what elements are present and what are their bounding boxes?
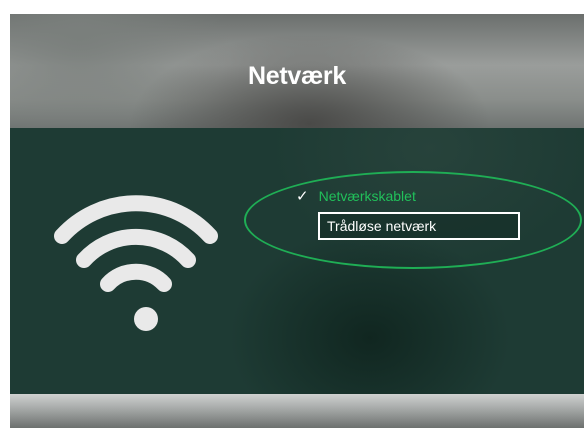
option-wireless-networks[interactable]: Trådløse netværk bbox=[318, 212, 520, 240]
check-icon: ✓ bbox=[296, 188, 309, 205]
footer-bar bbox=[10, 394, 584, 428]
option-network-cable[interactable]: ✓ Netværkskablet bbox=[296, 186, 416, 206]
header-bar: Netværk bbox=[10, 14, 584, 128]
wifi-arc-inner bbox=[100, 263, 172, 292]
option-network-cable-label: Netværkskablet bbox=[318, 188, 416, 204]
option-wireless-networks-label: Trådløse netværk bbox=[327, 218, 437, 234]
wifi-arc-middle bbox=[76, 228, 196, 268]
page-title: Netværk bbox=[248, 62, 346, 90]
wifi-dot bbox=[134, 307, 158, 331]
wifi-icon bbox=[54, 195, 218, 331]
